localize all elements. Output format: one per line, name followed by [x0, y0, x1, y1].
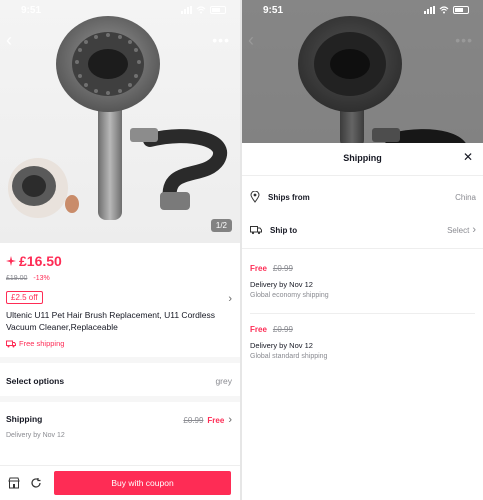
shipping-free: Free [207, 415, 225, 425]
option-delivery: Delivery by Nov 12 [250, 280, 313, 289]
original-price-row: £19.00 -13% [6, 275, 236, 282]
discount-badge: -13% [33, 275, 50, 282]
product-image [8, 16, 228, 220]
signal-icon [181, 6, 192, 14]
signal-icon [424, 6, 435, 14]
shipping-sheet-screen: 9:51 ‹ ••• Shipping ✕ Ships from China S… [242, 0, 483, 500]
product-image-carousel[interactable]: 9:51 ‹ ••• 1/2 [0, 0, 240, 243]
ship-to-value: Select [447, 225, 470, 235]
product-detail-screen: 9:51 ‹ ••• 1/2 £16.50 £19.00 -13% £2.5 o… [0, 0, 240, 500]
free-shipping-label: Free shipping [6, 339, 64, 348]
option-method: Global standard shipping [250, 353, 328, 360]
image-page-indicator: 1/2 [210, 219, 232, 232]
battery-icon [453, 6, 469, 14]
ship-to-label: Ship to [270, 225, 298, 235]
option-free-label: Free [250, 264, 267, 273]
chat-icon[interactable] [30, 477, 42, 489]
sheet-divider [242, 175, 483, 176]
ship-to-select[interactable]: Select › [447, 224, 476, 236]
shipping-delivery: Delivery by Nov 12 [6, 432, 65, 439]
flash-icon [6, 256, 16, 266]
ships-from-label: Ships from [268, 192, 310, 202]
section-divider [0, 357, 240, 363]
shipping-option[interactable]: Free £0.99 Delivery by Nov 12 Global eco… [250, 264, 476, 299]
truck-icon [6, 340, 16, 347]
location-icon [250, 191, 260, 203]
option-old-price: £0.99 [272, 264, 293, 273]
free-shipping-text: Free shipping [19, 339, 65, 348]
buy-with-coupon-button[interactable]: Buy with coupon [54, 471, 231, 495]
chevron-right-icon: › [472, 224, 476, 236]
close-icon[interactable]: ✕ [463, 150, 473, 164]
truck-icon [250, 226, 262, 235]
chevron-right-icon[interactable]: › [228, 293, 232, 305]
product-title: Ultenic U11 Pet Hair Brush Replacement, … [6, 310, 215, 332]
ship-to-row[interactable]: Ship to Select › [250, 224, 476, 236]
price-section: £16.50 £19.00 -13% £2.5 off › Ultenic U1… [6, 253, 236, 348]
option-method: Global economy shipping [250, 292, 329, 299]
original-price: £19.00 [6, 275, 28, 282]
status-time: 9:51 [21, 5, 42, 16]
shipping-label: Shipping [6, 414, 43, 424]
ships-from-row: Ships from China [250, 191, 476, 203]
shop-icon[interactable] [8, 477, 20, 489]
option-divider [250, 313, 475, 314]
wifi-icon [439, 6, 449, 14]
shipping-option[interactable]: Free £0.99 Delivery by Nov 12 Global sta… [250, 325, 476, 360]
wifi-icon [196, 6, 206, 14]
select-options-label: Select options [6, 376, 65, 386]
option-old-price: £0.99 [272, 325, 293, 334]
select-options-row[interactable]: Select options grey [6, 376, 234, 386]
status-bar: 9:51 [0, 0, 240, 22]
shipping-old-price: £0.99 [183, 415, 204, 425]
chevron-right-icon: › [228, 414, 232, 426]
price-row: £16.50 [6, 253, 236, 269]
system-icons [424, 6, 469, 14]
selected-option-value: grey [215, 376, 232, 386]
shipping-bottom-sheet: Shipping ✕ Ships from China Ship to Sele… [242, 143, 483, 500]
option-delivery: Delivery by Nov 12 [250, 341, 313, 350]
option-free-label: Free [250, 325, 267, 334]
bottom-action-bar: Buy with coupon [0, 465, 240, 500]
more-icon: ••• [455, 32, 473, 48]
sheet-title: Shipping [343, 153, 382, 163]
battery-icon [210, 6, 226, 14]
status-bar: 9:51 [242, 0, 483, 22]
back-icon: ‹ [248, 30, 254, 50]
more-icon[interactable]: ••• [212, 33, 230, 47]
system-icons [181, 6, 226, 14]
back-icon[interactable]: ‹ [6, 31, 18, 49]
product-image-background: 9:51 ‹ ••• [242, 0, 483, 143]
current-price: £16.50 [19, 253, 62, 269]
section-divider [0, 396, 240, 402]
shipping-price[interactable]: £0.99 Free › [183, 414, 232, 426]
status-time: 9:51 [263, 5, 284, 16]
coupon-badge[interactable]: £2.5 off [6, 291, 43, 304]
sheet-divider [242, 248, 483, 249]
ships-from-value: China [455, 192, 476, 202]
